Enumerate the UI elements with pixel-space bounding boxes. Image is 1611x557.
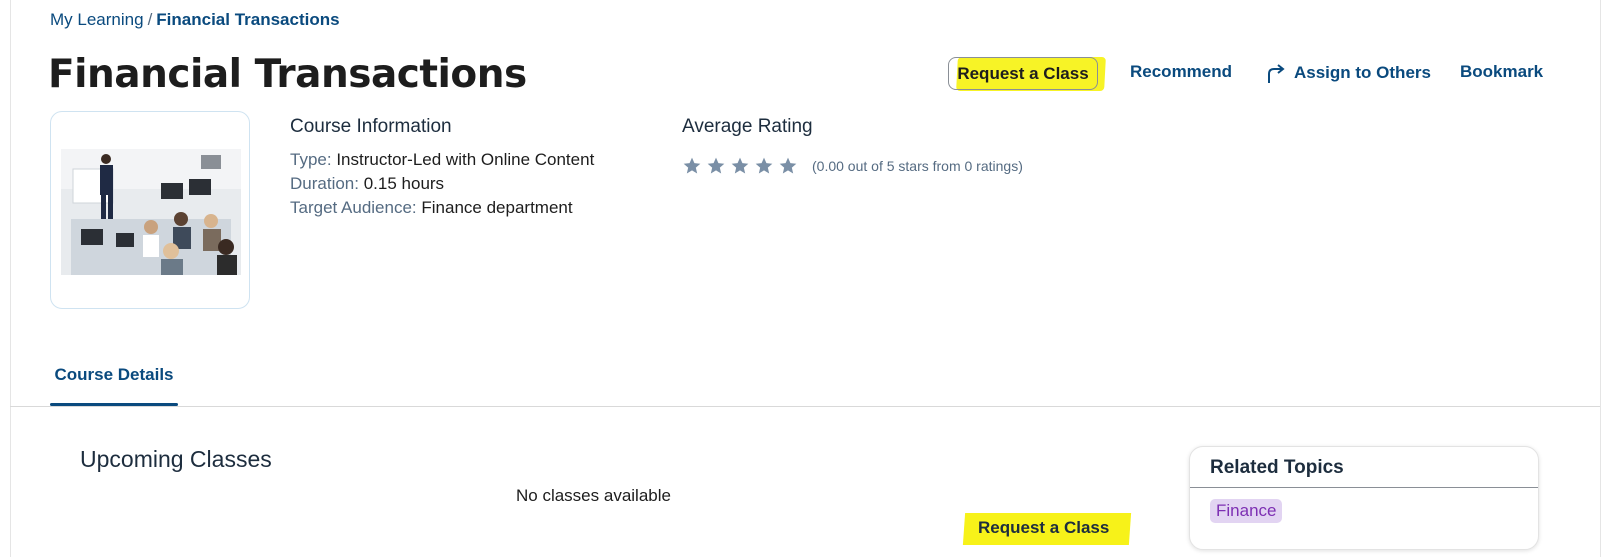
course-duration-value: 0.15 hours bbox=[363, 174, 445, 193]
star-icon bbox=[731, 157, 749, 174]
course-information-heading: Course Information bbox=[290, 116, 452, 137]
course-type-row: Type: Instructor-Led with Online Content bbox=[290, 148, 594, 172]
no-classes-message: No classes available bbox=[516, 486, 671, 505]
course-duration-label: Duration: bbox=[290, 174, 359, 193]
breadcrumb: My Learning / Financial Transactions bbox=[50, 10, 340, 30]
page-title: Financial Transactions bbox=[48, 52, 527, 97]
star-icon bbox=[779, 157, 797, 174]
average-rating-heading: Average Rating bbox=[682, 116, 813, 137]
star-icon bbox=[683, 157, 701, 174]
tab-selected-indicator bbox=[50, 403, 178, 406]
tab-course-details[interactable]: Course Details bbox=[50, 360, 178, 405]
right-frame-border bbox=[1600, 0, 1601, 557]
rating-stars: (0.00 out of 5 stars from 0 ratings) bbox=[682, 156, 1023, 176]
rating-summary: (0.00 out of 5 stars from 0 ratings) bbox=[812, 158, 1023, 174]
course-information: Course Information Type: Instructor-Led … bbox=[290, 116, 594, 220]
tab-bar: Course Details bbox=[10, 360, 1600, 407]
star-icon bbox=[755, 157, 773, 174]
course-duration-row: Duration: 0.15 hours bbox=[290, 172, 594, 196]
left-frame-border bbox=[10, 0, 11, 557]
breadcrumb-my-learning[interactable]: My Learning bbox=[50, 10, 144, 29]
recommend-button[interactable]: Recommend bbox=[1130, 62, 1232, 82]
course-audience-label: Target Audience: bbox=[290, 198, 417, 217]
course-thumbnail-card bbox=[50, 111, 250, 309]
course-thumbnail-image bbox=[61, 149, 241, 275]
course-audience-value: Finance department bbox=[421, 198, 573, 217]
course-type-value: Instructor-Led with Online Content bbox=[336, 150, 595, 169]
upcoming-classes-heading: Upcoming Classes bbox=[80, 446, 272, 472]
assign-to-others-button[interactable]: Assign to Others bbox=[1266, 62, 1431, 84]
request-class-button-label: Request a Class bbox=[957, 64, 1089, 83]
assign-to-others-label: Assign to Others bbox=[1294, 63, 1431, 82]
bookmark-button[interactable]: Bookmark bbox=[1460, 62, 1543, 82]
related-topics-heading: Related Topics bbox=[1210, 457, 1344, 478]
breadcrumb-separator: / bbox=[147, 10, 153, 29]
topic-chip-finance[interactable]: Finance bbox=[1210, 499, 1283, 523]
related-topics-card: Related Topics Finance bbox=[1189, 446, 1539, 550]
request-class-button[interactable]: Request a Class bbox=[948, 57, 1098, 90]
share-arrow-icon bbox=[1268, 64, 1285, 83]
average-rating: Average Rating (0.00 out of 5 stars from… bbox=[682, 116, 1023, 176]
star-icon bbox=[707, 157, 725, 174]
course-audience-row: Target Audience: Finance department bbox=[290, 196, 594, 220]
request-class-link[interactable]: Request a Class bbox=[978, 518, 1109, 538]
breadcrumb-current: Financial Transactions bbox=[156, 10, 340, 29]
related-topics-divider bbox=[1190, 487, 1538, 488]
course-type-label: Type: bbox=[290, 150, 332, 169]
